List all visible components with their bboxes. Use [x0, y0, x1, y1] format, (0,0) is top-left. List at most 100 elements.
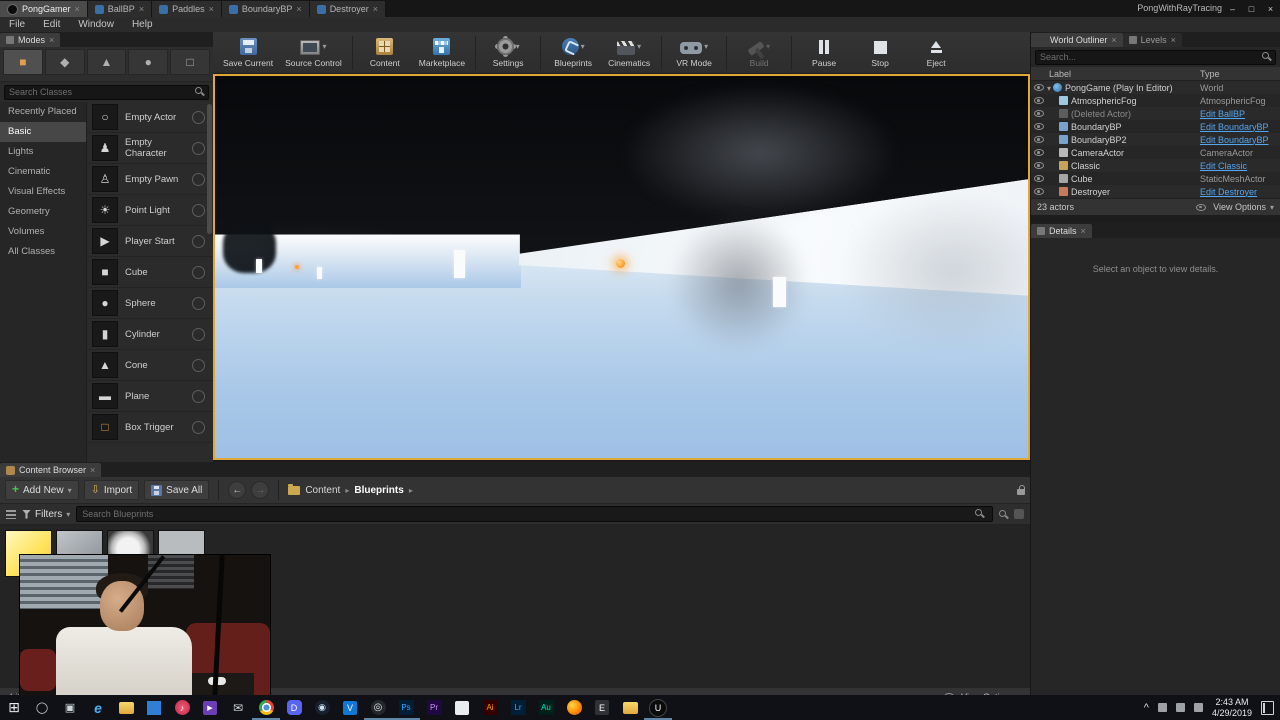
tab-levels[interactable]: Levels — [1122, 33, 1182, 47]
breadcrumb-blueprints[interactable]: Blueprints — [354, 485, 403, 496]
tab-paddles[interactable]: Paddles — [152, 1, 222, 17]
source-control-button[interactable]: Source Control — [279, 36, 348, 69]
edit-classic-link[interactable]: Edit Classic — [1200, 161, 1280, 171]
drag-handle-icon[interactable] — [192, 172, 205, 186]
outliner-row-destroyer[interactable]: Destroyer Edit Destroyer — [1031, 185, 1280, 198]
maximize-button[interactable] — [1242, 0, 1261, 17]
start-button[interactable]: ⊞ — [0, 695, 28, 720]
stop-button[interactable]: Stop — [852, 36, 908, 69]
category-basic[interactable]: Basic — [0, 122, 86, 142]
taskbar-obs[interactable]: ◎ — [364, 695, 392, 720]
mode-place-icon[interactable]: ■ — [3, 49, 43, 75]
close-icon[interactable] — [75, 4, 80, 14]
close-window-button[interactable] — [1261, 0, 1280, 17]
taskbar-discord[interactable]: D — [280, 695, 308, 720]
save-search-icon[interactable] — [999, 509, 1008, 519]
scrollbar[interactable] — [207, 104, 212, 234]
drag-handle-icon[interactable] — [192, 265, 205, 279]
taskbar-white-app[interactable] — [448, 695, 476, 720]
close-icon[interactable] — [1111, 35, 1116, 45]
category-cinematic[interactable]: Cinematic — [0, 162, 86, 182]
drag-handle-icon[interactable] — [192, 420, 205, 434]
taskbar-steam[interactable]: ◉ — [308, 695, 336, 720]
menu-window[interactable]: Window — [69, 19, 123, 30]
visibility-eye-icon[interactable] — [1034, 84, 1044, 91]
import-button[interactable]: Import — [83, 480, 140, 500]
category-all-classes[interactable]: All Classes — [0, 242, 86, 262]
outliner-row-cameraactor[interactable]: CameraActor CameraActor — [1031, 146, 1280, 159]
place-item-player-start[interactable]: ▶ Player Start — [87, 226, 213, 257]
visibility-eye-icon[interactable] — [1034, 110, 1044, 117]
visibility-eye-icon[interactable] — [1034, 175, 1044, 182]
place-item-cube[interactable]: ■ Cube — [87, 257, 213, 288]
place-item-empty-character[interactable]: ♟ Empty Character — [87, 133, 213, 164]
tab-boundarybp[interactable]: BoundaryBP — [221, 1, 310, 17]
filters-button[interactable]: Filters — [22, 509, 70, 520]
taskbar-lightroom[interactable]: Lr — [504, 695, 532, 720]
close-icon[interactable] — [373, 4, 378, 14]
taskbar-firefox[interactable] — [560, 695, 588, 720]
drag-handle-icon[interactable] — [192, 296, 205, 310]
place-item-cylinder[interactable]: ▮ Cylinder — [87, 319, 213, 350]
place-item-cone[interactable]: ▲ Cone — [87, 350, 213, 381]
close-icon[interactable] — [296, 4, 301, 14]
place-item-plane[interactable]: ▬ Plane — [87, 381, 213, 412]
task-view-button[interactable]: ▣ — [56, 695, 84, 720]
column-type[interactable]: Type — [1200, 69, 1280, 79]
eject-button[interactable]: Eject — [908, 36, 964, 69]
tab-modes[interactable]: Modes — [0, 33, 61, 47]
close-icon[interactable] — [49, 35, 54, 45]
edit-boundarybp-link[interactable]: Edit BoundaryBP — [1200, 135, 1280, 145]
tab-ponggamer[interactable]: PongGamer — [0, 1, 88, 17]
mode-foliage-icon[interactable]: ● — [128, 49, 169, 75]
taskbar-folder[interactable] — [616, 695, 644, 720]
tab-content-browser[interactable]: Content Browser — [0, 463, 102, 477]
category-volumes[interactable]: Volumes — [0, 222, 86, 242]
menu-file[interactable]: File — [0, 19, 34, 30]
chevron-down-icon[interactable] — [637, 41, 641, 52]
back-button[interactable] — [228, 481, 247, 499]
drag-handle-icon[interactable] — [192, 358, 205, 372]
add-new-button[interactable]: Add New — [5, 480, 79, 500]
close-icon[interactable] — [1171, 35, 1176, 45]
build-button[interactable]: Build — [731, 36, 787, 69]
marketplace-button[interactable]: Marketplace — [413, 36, 471, 69]
outliner-row-deleted-actor[interactable]: (Deleted Actor) Edit BallBP — [1031, 107, 1280, 120]
mode-geometry-icon[interactable]: □ — [170, 49, 210, 75]
outliner-row-cube[interactable]: Cube StaticMeshActor — [1031, 172, 1280, 185]
close-icon[interactable] — [139, 4, 144, 14]
viewport[interactable] — [213, 74, 1030, 460]
drag-handle-icon[interactable] — [192, 141, 205, 155]
tab-details[interactable]: Details — [1031, 224, 1092, 238]
outliner-row-atmosphericfog[interactable]: AtmosphericFog AtmosphericFog — [1031, 94, 1280, 107]
taskbar-photoshop[interactable]: Ps — [392, 695, 420, 720]
tray-icon[interactable] — [1175, 703, 1185, 712]
taskbar-clock[interactable]: 2:43 AM 4/29/2019 — [1212, 697, 1252, 718]
save-all-button[interactable]: Save All — [144, 480, 210, 500]
drag-handle-icon[interactable] — [192, 389, 205, 403]
minimize-button[interactable] — [1223, 0, 1242, 17]
outliner-row-classic[interactable]: Classic Edit Classic — [1031, 159, 1280, 172]
chevron-down-icon[interactable] — [322, 41, 326, 52]
place-item-point-light[interactable]: ☀ Point Light — [87, 195, 213, 226]
taskbar-audition[interactable]: Au — [532, 695, 560, 720]
save-current-button[interactable]: Save Current — [217, 36, 279, 69]
action-center-icon[interactable] — [1261, 700, 1274, 715]
outliner-search-input[interactable] — [1035, 49, 1276, 65]
visibility-eye-icon[interactable] — [1034, 149, 1044, 156]
column-label[interactable]: Label — [1031, 69, 1200, 79]
taskbar-chrome[interactable] — [252, 695, 280, 720]
chevron-down-icon[interactable] — [704, 41, 708, 52]
taskbar-search[interactable]: ◯ — [28, 695, 56, 720]
pause-button[interactable]: Pause — [796, 36, 852, 69]
category-recently-placed[interactable]: Recently Placed — [0, 102, 86, 122]
edit-boundarybp-link[interactable]: Edit BoundaryBP — [1200, 122, 1280, 132]
sources-panel-icon[interactable] — [6, 509, 16, 519]
place-item-empty-pawn[interactable]: ♙ Empty Pawn — [87, 164, 213, 195]
edit-ballbp-link[interactable]: Edit BallBP — [1200, 109, 1280, 119]
visibility-eye-icon[interactable] — [1034, 97, 1044, 104]
search-classes-input[interactable] — [4, 84, 209, 100]
place-item-empty-actor[interactable]: ○ Empty Actor — [87, 102, 213, 133]
mode-landscape-icon[interactable]: ▲ — [86, 49, 127, 75]
tab-world-outliner[interactable]: World Outliner — [1031, 33, 1123, 47]
